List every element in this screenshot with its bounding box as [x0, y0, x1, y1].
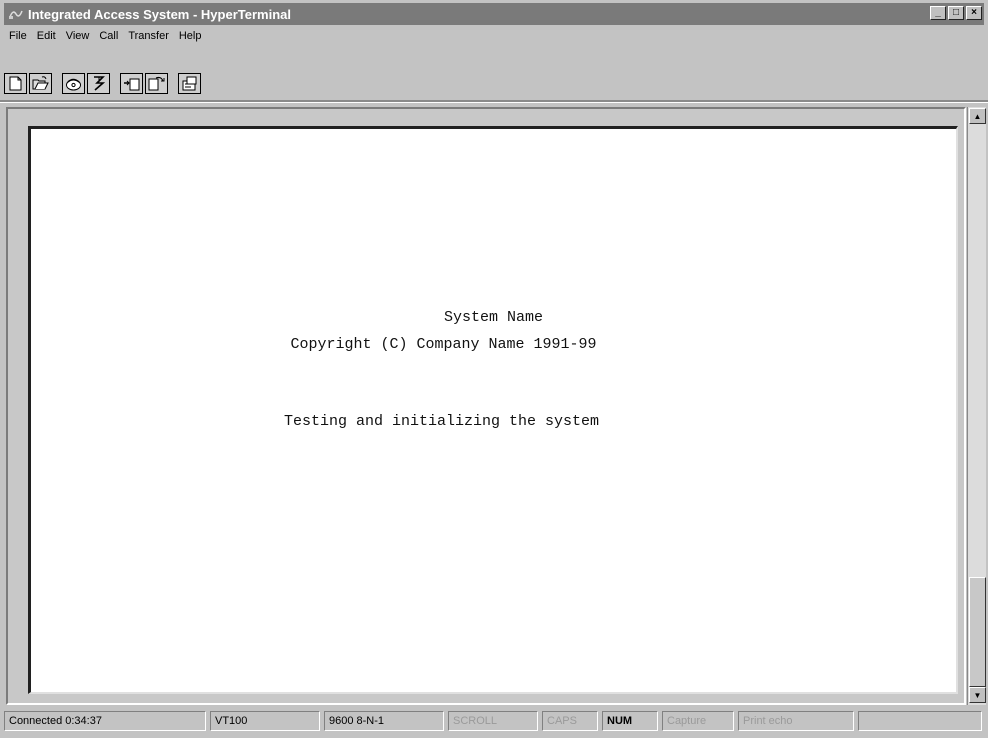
vertical-scrollbar[interactable]: ▲ ▼ — [967, 107, 986, 705]
disconnect-button[interactable] — [87, 72, 110, 94]
status-caps: CAPS — [542, 711, 598, 731]
send-button[interactable] — [120, 72, 143, 94]
receive-button[interactable] — [145, 72, 168, 94]
call-button[interactable] — [62, 72, 85, 94]
properties-icon — [182, 76, 197, 90]
terminal-line-copyright: Copyright (C) Company Name 1991-99 — [290, 336, 597, 353]
terminal-frame: System Name Copyright (C) Company Name 1… — [6, 107, 966, 705]
menu-file[interactable]: File — [4, 30, 32, 42]
toolbar-divider — [0, 100, 988, 103]
scroll-up-button[interactable]: ▲ — [969, 108, 986, 124]
menu-bar: File Edit View Call Transfer Help — [4, 27, 206, 45]
scroll-down-button[interactable]: ▼ — [969, 687, 986, 703]
properties-button[interactable] — [178, 72, 201, 94]
menu-view[interactable]: View — [61, 30, 95, 42]
call-phone-icon — [66, 78, 81, 90]
menu-help[interactable]: Help — [174, 30, 207, 42]
status-bar: Connected 0:34:37 VT100 9600 8-N-1 SCROL… — [4, 711, 984, 733]
hyperterminal-window: Integrated Access System - HyperTerminal… — [0, 0, 988, 738]
hyperterminal-app-icon[interactable] — [8, 7, 24, 21]
status-emulation: VT100 — [210, 711, 320, 731]
menu-edit[interactable]: Edit — [32, 30, 61, 42]
title-bar[interactable]: Integrated Access System - HyperTerminal… — [4, 3, 984, 25]
maximize-icon: □ — [952, 7, 960, 18]
arrow-down-icon: ▼ — [973, 690, 982, 700]
minimize-icon: _ — [935, 7, 941, 18]
status-connected: Connected 0:34:37 — [4, 711, 206, 731]
terminal-line-system-name: System Name — [443, 309, 544, 326]
menu-transfer[interactable]: Transfer — [123, 30, 174, 42]
menu-call[interactable]: Call — [94, 30, 123, 42]
scroll-thumb[interactable] — [969, 577, 986, 687]
terminal-line-status: Testing and initializing the system — [283, 413, 600, 430]
open-folder-icon — [32, 75, 49, 89]
window-title: Integrated Access System - HyperTerminal — [28, 6, 291, 22]
disconnect-icon — [94, 75, 106, 91]
arrow-up-icon: ▲ — [973, 111, 982, 121]
send-file-icon — [124, 78, 140, 90]
new-connection-button[interactable] — [4, 72, 27, 94]
status-capture: Capture — [662, 711, 734, 731]
close-button[interactable]: × — [966, 6, 982, 20]
status-scroll: SCROLL — [448, 711, 538, 731]
status-num: NUM — [602, 711, 658, 731]
toolbar — [4, 68, 203, 98]
new-document-icon — [9, 76, 22, 90]
close-icon: × — [971, 7, 977, 18]
minimize-button[interactable]: _ — [930, 6, 946, 20]
open-button[interactable] — [29, 72, 52, 94]
status-empty — [858, 711, 982, 731]
maximize-button[interactable]: □ — [948, 6, 964, 20]
status-port-settings: 9600 8-N-1 — [324, 711, 444, 731]
receive-file-icon — [148, 76, 165, 90]
status-print-echo: Print echo — [738, 711, 854, 731]
terminal-screen[interactable]: System Name Copyright (C) Company Name 1… — [28, 126, 958, 694]
